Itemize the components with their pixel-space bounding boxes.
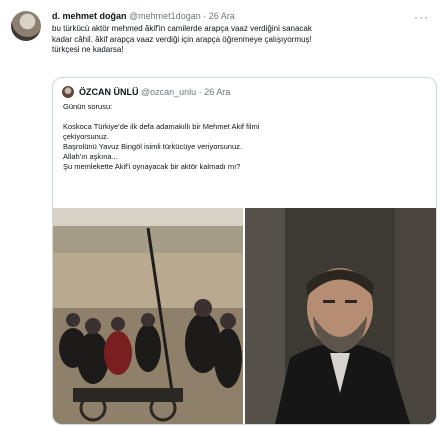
quoted-text-line	[63, 112, 423, 122]
quoted-handle: @ozcan_unlu	[141, 87, 197, 97]
more-icon[interactable]: ···	[414, 10, 429, 24]
quoted-text-line: çekiyorsunuz.	[63, 132, 109, 141]
tweet-header: d. mehmet doğan @mehmet1dogan · 26 Ara	[52, 11, 235, 22]
quoted-text-line: Koskoca Türkiye'de ilk defa adamakıllı b…	[63, 122, 260, 131]
quoted-text: Günün sorusu: Koskoca Türkiye'de ilk def…	[63, 102, 423, 172]
tweet-text: bu türkücü aktör mehmed âkif'in camilerd…	[52, 24, 432, 56]
author-name[interactable]: d. mehmet doğan	[52, 11, 127, 21]
tweet-text-line: kadar câhil. âkif arapça vaaz verdiği iç…	[52, 34, 312, 44]
quoted-date: 26 Ara	[204, 87, 231, 97]
quoted-text-line: Başrolünü Yavuz Bingöl isimli türkücüye …	[63, 142, 242, 151]
quoted-tweet[interactable]: ÖZCAN ÜNLÜ @ozcan_unlu · 26 Ara Günün so…	[52, 77, 437, 425]
quoted-author-name: ÖZCAN ÜNLÜ	[79, 87, 139, 97]
quoted-text-line: Şu memlekette Akif'i oynayacak bir aktör…	[63, 162, 241, 171]
tweet-text-line: bu türkücü aktör mehmed âkif'in camilerd…	[52, 24, 312, 33]
avatar[interactable]	[11, 11, 41, 41]
author-handle[interactable]: @mehmet1dogan	[129, 11, 201, 21]
dot-separator: ·	[203, 11, 207, 21]
dot-separator: ·	[198, 87, 202, 97]
quoted-text-line: Günün sorusu:	[63, 102, 113, 111]
tweet-date[interactable]: 26 Ara	[209, 11, 235, 21]
media-grid[interactable]	[53, 208, 436, 424]
quoted-header: ÖZCAN ÜNLÜ @ozcan_unlu · 26 Ara	[79, 86, 230, 98]
quoted-text-line: Allah'ın aşkına...	[63, 152, 118, 161]
quoted-avatar	[62, 86, 74, 98]
actor-portrait-photo[interactable]	[245, 208, 436, 424]
tweet-text-line: türkçesi ne kadarsa!	[52, 45, 124, 54]
tweet[interactable]: d. mehmet doğan @mehmet1dogan · 26 Ara ·…	[0, 0, 441, 426]
film-set-photo[interactable]	[53, 208, 243, 424]
